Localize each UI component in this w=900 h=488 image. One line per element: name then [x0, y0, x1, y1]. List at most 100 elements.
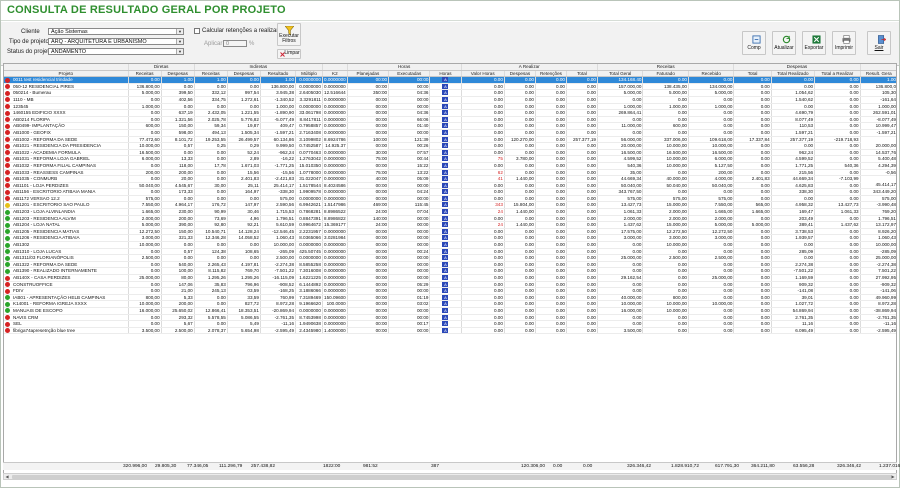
hours-detail-button[interactable]: A: [442, 136, 449, 142]
table-row[interactable]: AB1203 - RESIDENCIA ALVIM 2.000,00 200,00 7…: [4, 215, 896, 223]
table-row[interactable]: CONSTRUOFFICE 0.00 147,06 35,83 796,96 -908,5…: [4, 281, 896, 289]
hours-detail-button[interactable]: A: [442, 182, 449, 188]
hours-detail-button[interactable]: A: [442, 123, 449, 129]
column-header[interactable]: Planejadas: [347, 70, 390, 78]
column-header[interactable]: Despesas: [227, 70, 261, 78]
table-row[interactable]: AB1000 - GEOFIX 0.00 598,00 494,13 1.505,34-…: [4, 129, 896, 137]
table-row[interactable]: 123545 1.000,00 0.00 0.00 0.00 1.000,00 0.0000…: [4, 103, 896, 111]
table-row[interactable]: AB1201 - ESCRITORIO SAO PAULO 7.550,00 4.9…: [4, 201, 896, 210]
hours-detail-button[interactable]: A: [442, 83, 449, 89]
aplicar-input[interactable]: 0: [223, 40, 247, 47]
table-row[interactable]: NAVIS CRM 0.00 293,32 5.578,55 5.086,55 -2.76…: [4, 314, 896, 322]
hours-detail-button[interactable]: A: [442, 129, 449, 135]
table-row[interactable]: AB140X - CASA PERDIZES 25.000,00 80,00 1.29…: [4, 274, 896, 282]
table-row[interactable]: AB1033 - REASSESS CAMPINAS 200,00 200,00 0.…: [4, 169, 896, 177]
hours-detail-button[interactable]: A: [442, 288, 449, 294]
hours-detail-button[interactable]: A: [442, 169, 449, 175]
status-select[interactable]: ANDAMENTO ▼: [48, 48, 184, 55]
table-row[interactable]: fibriga74apresetnção blue tree 3.500,00 2.…: [4, 327, 896, 335]
table-row[interactable]: FDIV 0.00 21,00 245,13 03,59 -168,25 3.1886066…: [4, 287, 896, 295]
hours-detail-button[interactable]: A: [442, 268, 449, 274]
hours-detail-button[interactable]: A: [442, 215, 449, 221]
hours-detail-button[interactable]: A: [442, 242, 449, 248]
table-row[interactable]: AB1310 - LOJA LUCAS 0.00 0,57 124,38 108,65-…: [4, 248, 896, 256]
column-header[interactable]: Total Realizado: [771, 70, 816, 78]
hours-detail-button[interactable]: A: [442, 209, 449, 215]
table-row[interactable]: AB1206 - RESIDENCIA ATIBAIA 3.000,00 321,3…: [4, 234, 896, 243]
column-header[interactable]: Horas: [429, 70, 462, 78]
column-header[interactable]: Faturado: [642, 70, 689, 78]
table-row[interactable]: AB1035 - CONMURB 0.00 20,00 0.00 2.401,83 -2.…: [4, 175, 896, 183]
table-row[interactable]: IAB01 - APRESENTAÇÃO HELB CAMPINAS 800,00…: [4, 294, 896, 302]
chevron-down-icon[interactable]: ▼: [176, 29, 183, 34]
hours-detail-button[interactable]: A: [442, 222, 449, 228]
hours-detail-button[interactable]: A: [442, 162, 449, 168]
column-header[interactable]: K2: [322, 70, 348, 78]
hours-detail-button[interactable]: A: [442, 281, 449, 287]
table-row[interactable]: 1110 - MB 0.00 402,56 334,75 1.272,61 -1.340,…: [4, 96, 896, 104]
column-header[interactable]: Total: [733, 70, 772, 78]
column-header[interactable]: Receitas: [194, 70, 228, 78]
hours-detail-button[interactable]: A: [442, 77, 449, 83]
table-row[interactable]: 050-12 RESIDENCIAL PIRES 136.800,00 0.00 0.…: [4, 83, 896, 91]
chevron-down-icon[interactable]: ▼: [176, 39, 183, 44]
hours-detail-button[interactable]: A: [442, 261, 449, 267]
hours-detail-button[interactable]: A: [442, 143, 449, 149]
retencao-checkbox[interactable]: [194, 28, 200, 34]
horizontal-scrollbar[interactable]: ◀ ▶: [3, 473, 897, 480]
sair-button[interactable]: Sair: [867, 31, 891, 55]
hours-detail-button[interactable]: A: [442, 327, 449, 333]
table-row[interactable]: AB0499- IMPLANTAÇÃO 600,00 150,00 59,34 19,8…: [4, 122, 896, 130]
atualizar-button[interactable]: Atualizar: [772, 31, 796, 55]
table-row[interactable]: AB1002 - REFORMA DA SEDE 77.472,60 8.101,7…: [4, 136, 896, 144]
column-header[interactable]: Retenções: [535, 70, 567, 78]
hours-detail-button[interactable]: A: [442, 195, 449, 201]
table-row[interactable]: AB1032 - REFORMA FILIAL CAMPINAS 0.00 118,…: [4, 162, 896, 170]
column-header[interactable]: Recebido: [688, 70, 735, 78]
table-row[interactable]: AB1205 - RESIDENCIA MATIAS 12.272,50 150,0…: [4, 228, 896, 236]
table-row[interactable]: AB1022 - ACADEMIA FORMULA 16.500,00 0.00 0.…: [4, 149, 896, 157]
column-header[interactable]: Despesas: [161, 70, 195, 78]
column-header[interactable]: Executadas: [388, 70, 431, 78]
hours-detail-button[interactable]: A: [442, 235, 449, 241]
hours-detail-button[interactable]: A: [442, 189, 449, 195]
table-row[interactable]: AB1322 - REFORMA DA SEDE 0.00 540,00 2.265,…: [4, 261, 896, 269]
hours-detail-button[interactable]: A: [442, 110, 449, 116]
table-row[interactable]: 0011 test residencial trindade 0.00 1.00 1.…: [4, 76, 896, 84]
hours-detail-button[interactable]: A: [442, 103, 449, 109]
table-row[interactable]: AB1204 - LOJA NATAL 5.000,00 390,00 92,80 92…: [4, 221, 896, 229]
hours-detail-button[interactable]: A: [442, 116, 449, 122]
table-row[interactable]: 1460155 EDIFICIO XXXX 0.00 637,19 2.432,05 1…: [4, 109, 896, 117]
hours-detail-button[interactable]: A: [442, 301, 449, 307]
chevron-down-icon[interactable]: ▼: [176, 49, 183, 54]
comp-button[interactable]: Comp: [742, 31, 766, 55]
hours-detail-button[interactable]: A: [442, 202, 449, 208]
hours-detail-button[interactable]: A: [442, 149, 449, 155]
imprimir-button[interactable]: Imprimir: [832, 31, 856, 55]
table-row[interactable]: AB1101 - LOJA PERDIZES 50.040,00 4.545,67 3…: [4, 182, 896, 190]
tipo-select[interactable]: ARQ - ARQUITETURA E URBANISMO ▼: [48, 38, 184, 45]
cliente-select[interactable]: Ação Sistemas ▼: [48, 28, 184, 35]
table-row[interactable]: AB1172 VERSAO 12.2 575,00 0.00 0.00 0.00 575,…: [4, 195, 896, 203]
hours-detail-button[interactable]: A: [442, 314, 449, 320]
column-header[interactable]: Total a Realizar: [814, 70, 861, 78]
results-grid[interactable]: Diretas Indiretas Horas A Realizar Recei…: [3, 63, 897, 475]
table-row[interactable]: 050214 - Bumerau 5.000,00 399,50 332,12 997,…: [4, 89, 896, 97]
table-row[interactable]: AB1156 - ESCRITORIO ATIBAIA MANIA 0.00 173…: [4, 188, 896, 196]
column-header[interactable]: Result. Gera: [860, 70, 896, 78]
hours-detail-button[interactable]: A: [442, 96, 449, 102]
column-header[interactable]: Projeto: [4, 70, 129, 78]
column-header[interactable]: Despesas: [504, 70, 536, 78]
column-header[interactable]: Total: [566, 70, 598, 78]
hours-detail-button[interactable]: A: [442, 255, 449, 261]
hours-detail-button[interactable]: A: [442, 228, 449, 234]
hours-detail-button[interactable]: A: [442, 176, 449, 182]
hours-detail-button[interactable]: A: [442, 307, 449, 313]
column-header[interactable]: Receitas: [128, 70, 162, 78]
column-header[interactable]: Valor Horas: [461, 70, 505, 78]
hours-detail-button[interactable]: A: [442, 321, 449, 327]
table-row[interactable]: AB1031 - REFORMA LOJA GABRIEL 6.000,00 13,…: [4, 155, 896, 163]
column-header[interactable]: Múltiplo: [295, 70, 323, 78]
table-row[interactable]: MANUAIS DE ESCOPO 16.000,00 25.650,02 12.86…: [4, 307, 896, 315]
table-row[interactable]: SEL 0.00 5,67 0.00 5,49 -11,16 1.9490638 0.0000…: [4, 320, 896, 328]
